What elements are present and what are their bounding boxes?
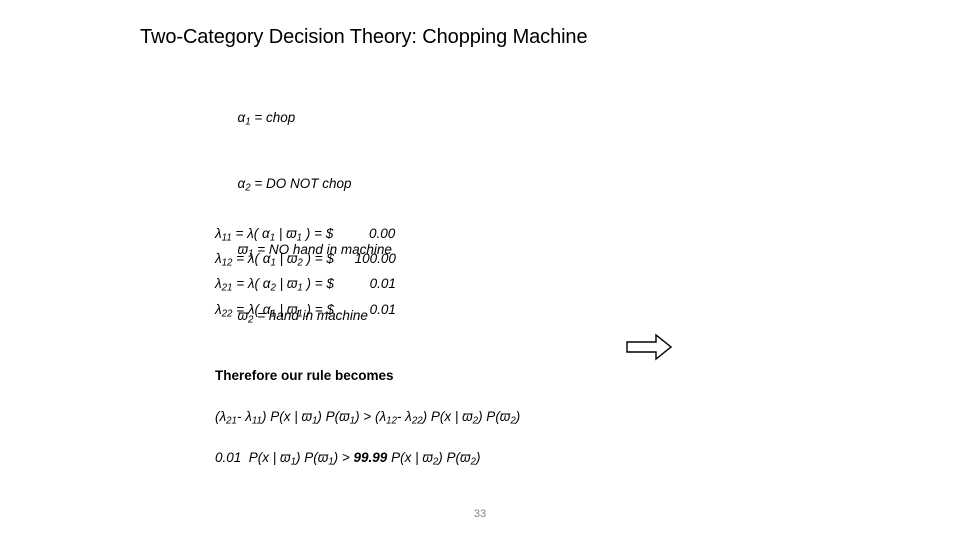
page-title: Two-Category Decision Theory: Chopping M… [140, 26, 588, 48]
loss-expression-head: = λ( α [231, 226, 270, 241]
formula-part: (λ [215, 409, 227, 424]
loss-label-subscript: 11 [221, 232, 232, 244]
definition-equals: = [250, 109, 267, 125]
loss-label-symbol: λ [215, 301, 222, 317]
formula-subscript: 11 [251, 415, 262, 427]
formula-subscript: 21 [226, 415, 237, 427]
definition-meaning: DO NOT chop [266, 175, 352, 191]
loss-amount: 0.00 [368, 226, 396, 241]
loss-row: λ11 = λ( α1 | ϖ1 ) = $ 0.00 [215, 224, 396, 249]
loss-amount: 0.01 [369, 301, 396, 317]
loss-amount: 0.01 [369, 276, 396, 292]
loss-label-subscript: 21 [221, 283, 233, 295]
loss-row: λ12 = λ( α1 | ϖ2 ) = $ 100.00 [215, 249, 396, 274]
numeric-part: ) [475, 450, 481, 465]
formula-part: ) P(ϖ [478, 409, 511, 424]
loss-row: λ22 = λ( α1 | ϖ1 ) = $ 0.01 [215, 300, 396, 325]
loss-conditional-bar: | ϖ [275, 301, 298, 317]
formula-part: ) [515, 409, 521, 424]
formula-part: ) P(x | ϖ [422, 409, 473, 424]
numeric-part: P(x | ϖ [241, 450, 291, 465]
loss-expression-tail: ) = $ [302, 226, 334, 241]
loss-label-symbol: λ [215, 276, 222, 292]
formula-part: ) P(x | ϖ [261, 409, 312, 424]
loss-expression-head: = λ( α [232, 276, 271, 292]
definition-line: α2 = DO NOT chop [215, 153, 392, 219]
loss-expression: λ12 = λ( α1 | ϖ2 ) = $ [215, 249, 334, 274]
numeric-part: ) P(ϖ [438, 450, 471, 465]
loss-expression-head: = λ( α [232, 301, 271, 317]
loss-expression: λ21 = λ( α2 | ϖ1 ) = $ [215, 274, 334, 299]
definition-line: α1 = chop [215, 87, 392, 153]
arrow-shape [626, 333, 673, 361]
conclusion-heading: Therefore our rule becomes [215, 368, 394, 383]
loss-label-symbol: λ [215, 226, 222, 241]
loss-row: λ21 = λ( α2 | ϖ1 ) = $ 0.01 [215, 274, 396, 299]
numeric-part: P(x | ϖ [387, 450, 433, 465]
loss-expression-head: = λ( α [232, 251, 271, 267]
decision-rule-numeric: 0.01 P(x | ϖ1) P(ϖ1) > 99.99 P(x | ϖ2) P… [215, 450, 480, 468]
loss-expression-tail: ) = $ [302, 251, 334, 267]
decision-rule-formula: (λ21- λ11) P(x | ϖ1) P(ϖ1) > (λ12- λ22) … [215, 409, 520, 427]
loss-label-subscript: 22 [221, 308, 233, 320]
loss-expression-tail: ) = $ [302, 301, 334, 317]
loss-expression-tail: ) = $ [302, 276, 334, 292]
formula-subscript: 22 [411, 415, 423, 427]
loss-label-subscript: 12 [221, 257, 233, 269]
loss-label-symbol: λ [215, 251, 222, 267]
right-block-arrow-icon [626, 333, 673, 361]
loss-amount: 100.00 [354, 251, 396, 267]
formula-part: ) P(ϖ [317, 409, 350, 424]
numeric-right-value: 99.99 [353, 450, 388, 465]
loss-expression: λ22 = λ( α1 | ϖ1 ) = $ [215, 300, 334, 325]
definition-meaning: chop [266, 109, 296, 125]
numeric-part: ) > [333, 450, 354, 465]
formula-subscript: 12 [386, 415, 397, 427]
slide-canvas: Two-Category Decision Theory: Chopping M… [0, 0, 960, 540]
page-number: 33 [473, 508, 487, 520]
numeric-part: ) P(ϖ [295, 450, 329, 465]
formula-part: - λ [396, 409, 412, 424]
loss-conditional-bar: | ϖ [275, 251, 298, 267]
loss-conditional-bar: | ϖ [275, 226, 297, 241]
numeric-left-value: 0.01 [215, 450, 242, 465]
loss-conditional-bar: | ϖ [275, 276, 298, 292]
formula-part: ) > (λ [355, 409, 387, 424]
loss-expression: λ11 = λ( α1 | ϖ1 ) = $ [215, 224, 333, 249]
formula-part: - λ [236, 409, 252, 424]
definition-equals: = [250, 175, 267, 191]
loss-function-block: λ11 = λ( α1 | ϖ1 ) = $ 0.00 λ12 = λ( α1 … [215, 224, 396, 325]
